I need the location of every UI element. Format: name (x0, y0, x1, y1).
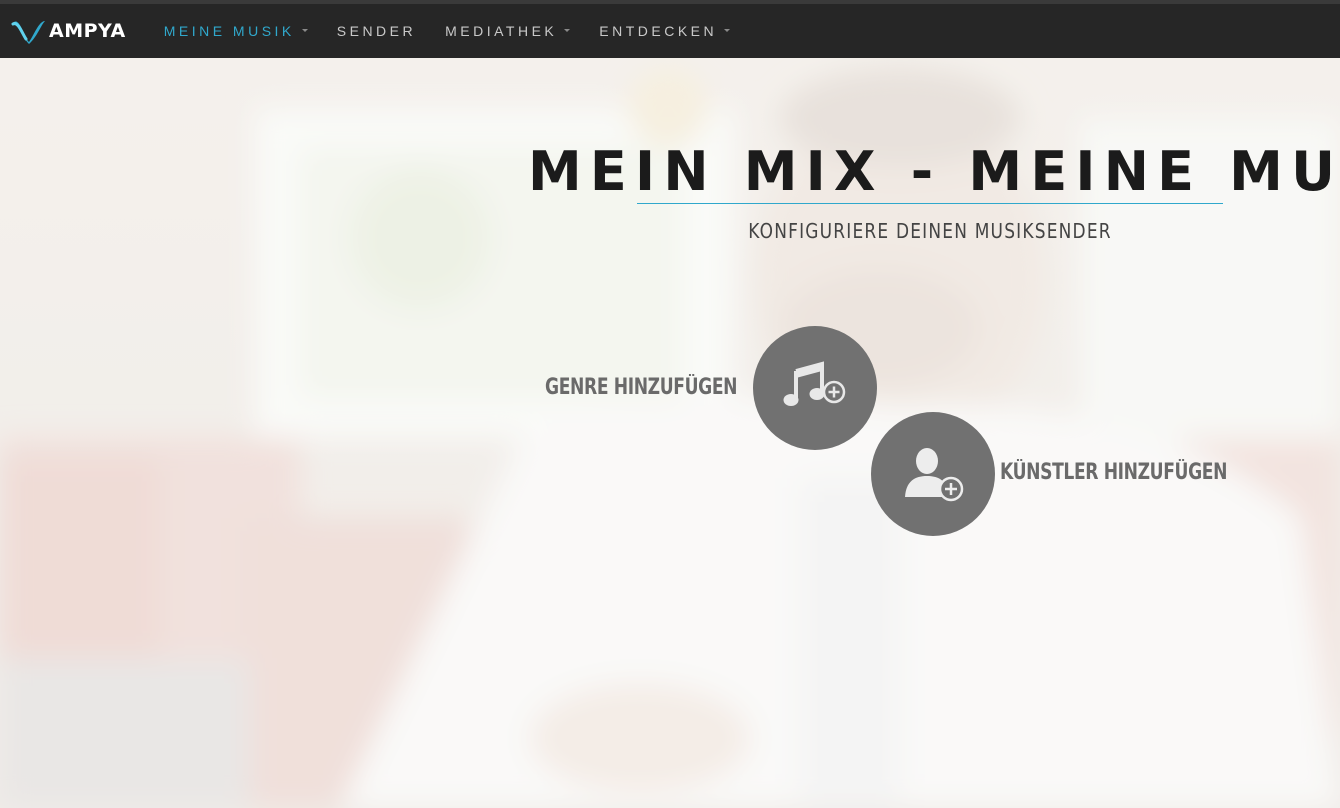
top-navbar: AMPYA MEINE MUSIK SENDER MEDIATHEK ENTDE… (0, 0, 1340, 58)
nav-item-entdecken[interactable]: ENTDECKEN (599, 23, 731, 39)
user-add-icon (905, 448, 964, 502)
logo-text: AMPYA (49, 20, 126, 42)
add-artist-button[interactable] (871, 412, 995, 536)
title-divider (637, 203, 1223, 204)
ampya-logo-icon (11, 21, 45, 44)
caret-down-icon (564, 28, 571, 32)
ampya-logo[interactable]: AMPYA (10, 4, 126, 58)
page-subtitle: KONFIGURIERE DEINEN MUSIKSENDER (748, 219, 1112, 243)
nav-label: SENDER (336, 23, 417, 39)
nav-label: ENTDECKEN (599, 23, 718, 39)
caret-down-icon (724, 28, 731, 32)
caret-down-icon (301, 28, 308, 32)
page-title: MEIN MIX - MEINE MUSIK (528, 140, 1340, 203)
nav-label: MEINE MUSIK (163, 23, 295, 39)
add-genre-button[interactable] (753, 326, 877, 450)
nav-item-sender[interactable]: SENDER (337, 23, 416, 39)
add-artist-label[interactable]: KÜNSTLER HINZUFÜGEN (1000, 460, 1227, 485)
hero-section: MEIN MIX - MEINE MUSIK KONFIGURIERE DEIN… (0, 58, 1340, 808)
main-nav: MEINE MUSIK SENDER MEDIATHEK ENTDECKEN (164, 4, 759, 58)
nav-item-mediathek[interactable]: MEDIATHEK (445, 23, 571, 39)
nav-label: MEDIATHEK (445, 23, 558, 39)
nav-item-meine-musik[interactable]: MEINE MUSIK (164, 23, 308, 39)
music-note-add-icon (783, 361, 846, 406)
add-genre-label[interactable]: GENRE HINZUFÜGEN (545, 375, 738, 400)
